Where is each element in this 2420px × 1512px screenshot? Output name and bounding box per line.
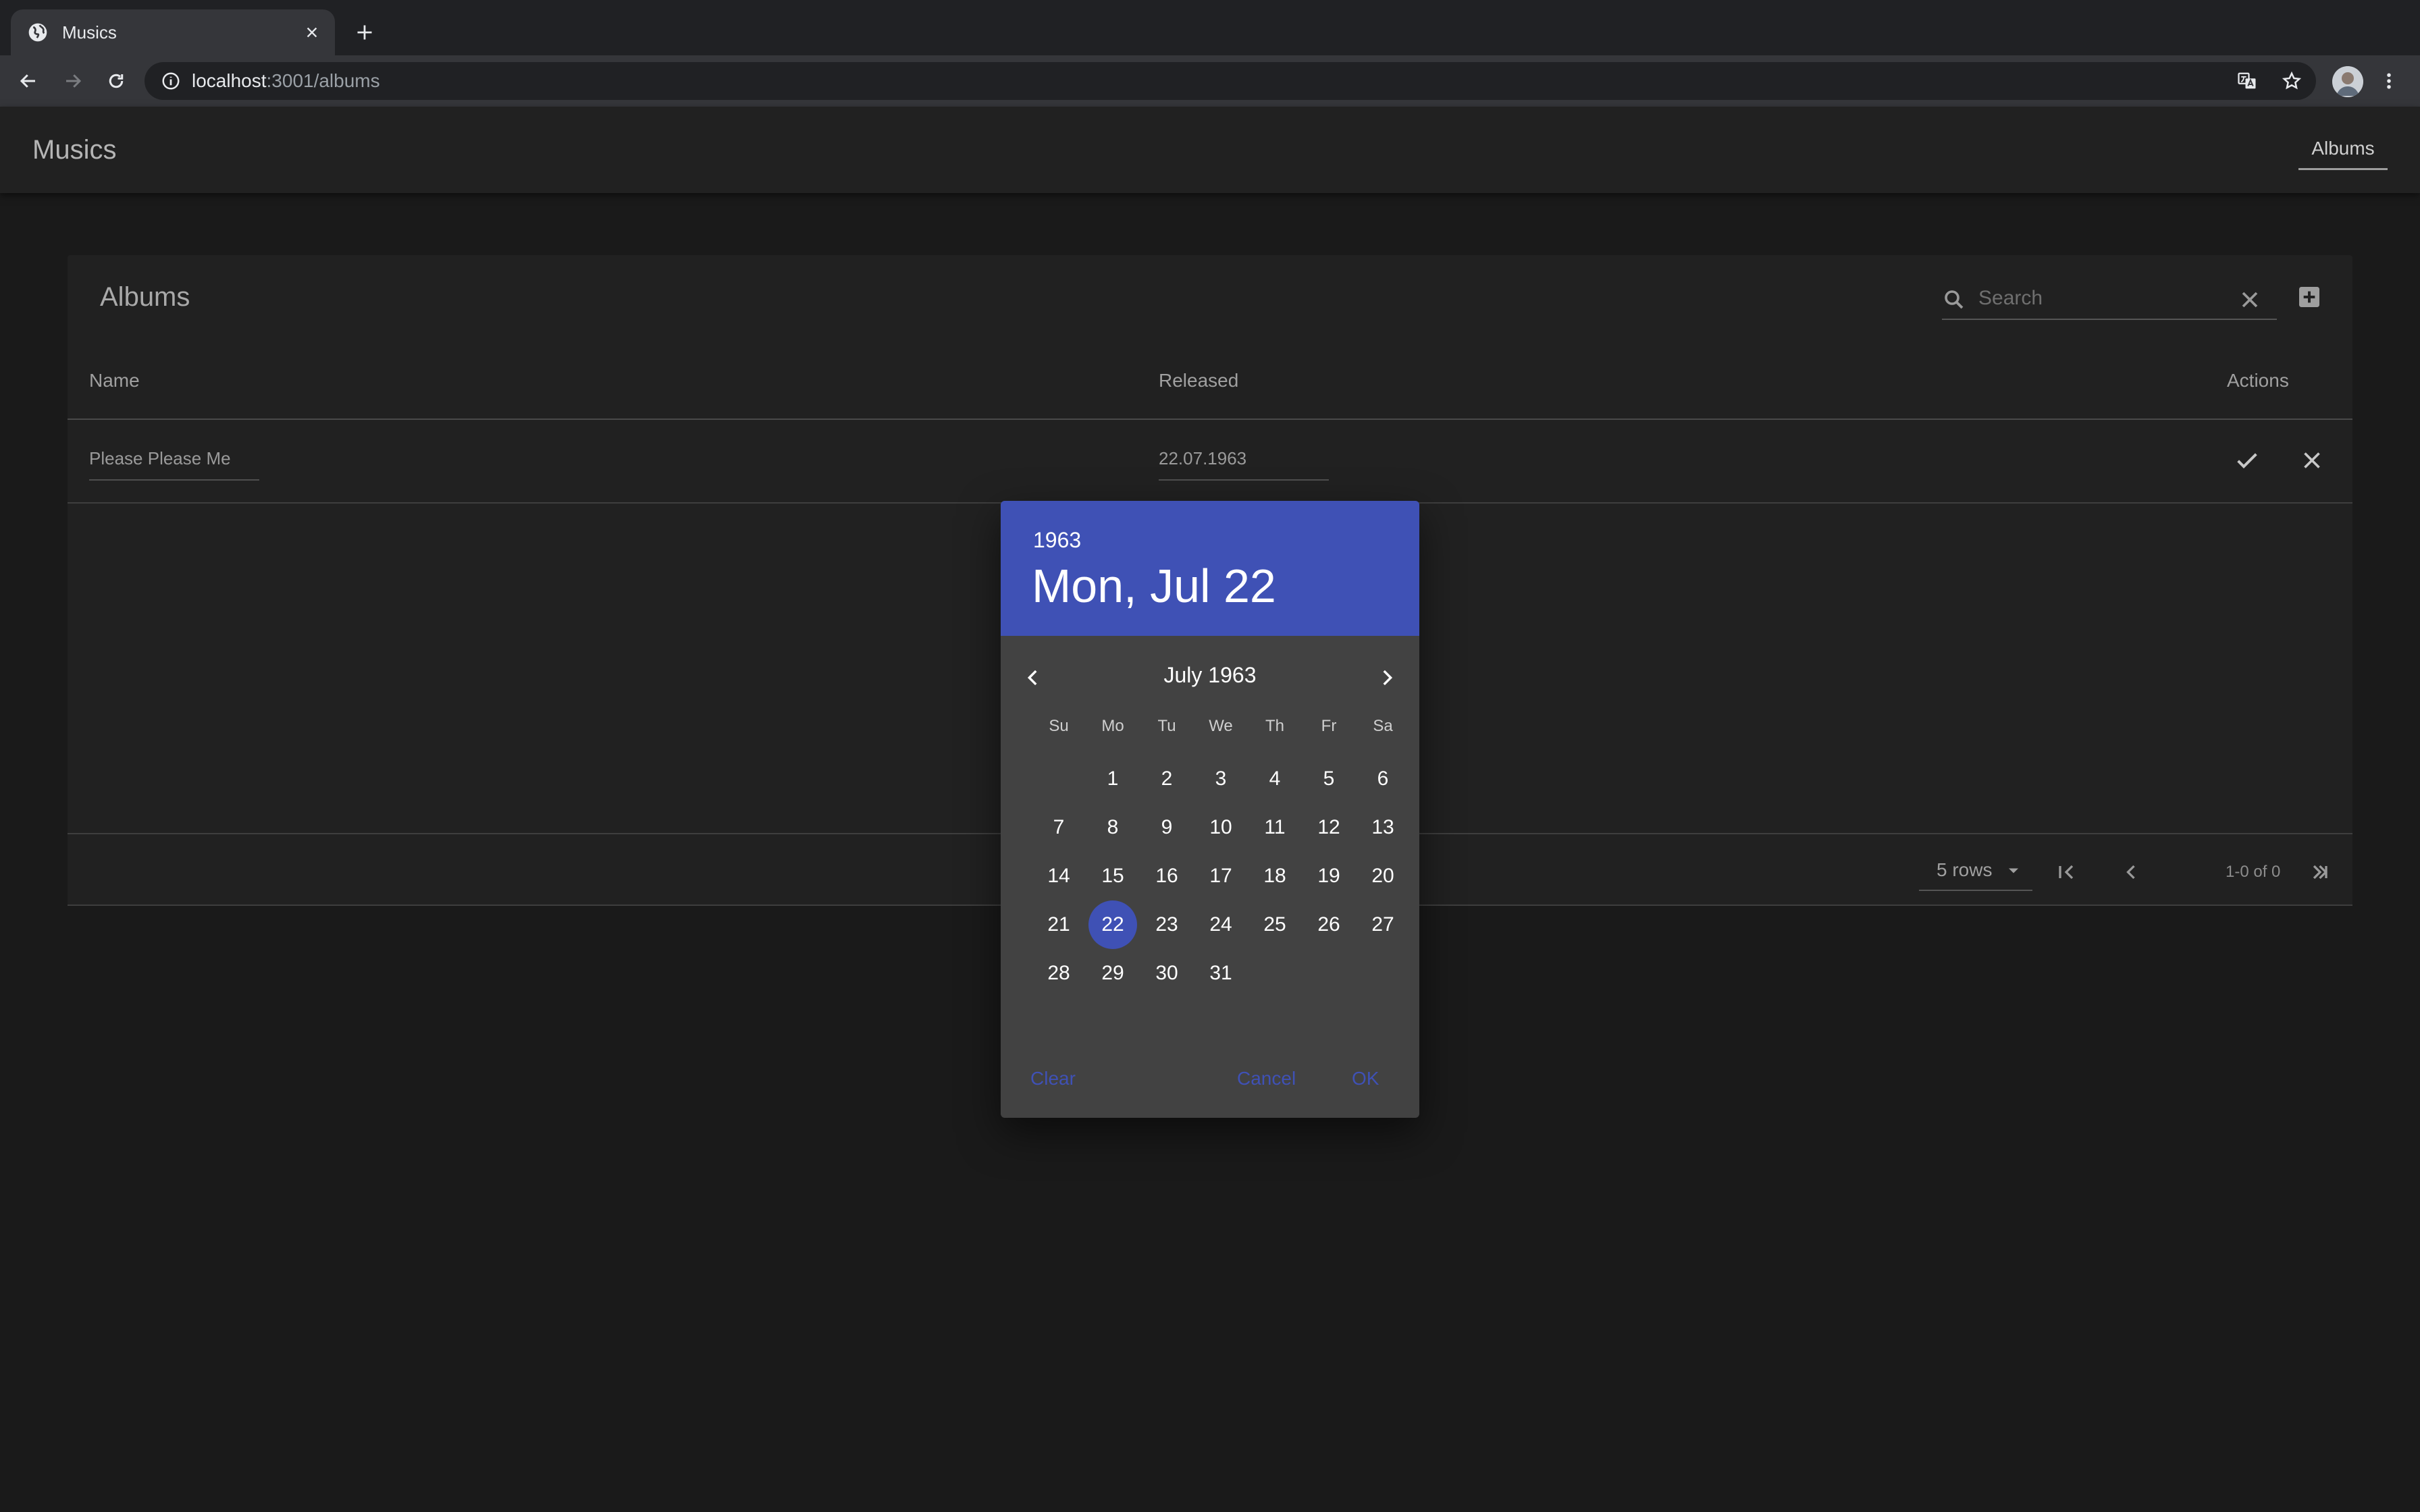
close-icon[interactable]	[2296, 444, 2328, 477]
plus-icon[interactable]	[350, 18, 379, 47]
app-title: Musics	[32, 135, 117, 165]
chevron-down-icon	[2009, 868, 2018, 873]
day-cell[interactable]: 30	[1142, 949, 1191, 998]
day-cell[interactable]: 28	[1034, 949, 1083, 998]
day-cell[interactable]: 18	[1251, 852, 1299, 900]
star-icon[interactable]	[2278, 68, 2305, 94]
day-cell[interactable]: 27	[1359, 900, 1407, 949]
info-icon[interactable]	[161, 71, 181, 91]
url-path: :3001/albums	[266, 70, 380, 91]
day-cell[interactable]: 9	[1142, 803, 1191, 852]
column-header-released[interactable]: Released	[1159, 370, 1238, 392]
browser-toolbar: localhost:3001/albums	[0, 55, 2420, 107]
tab-title: Musics	[62, 22, 117, 43]
previous-month-icon[interactable]	[1013, 657, 1053, 698]
avatar[interactable]	[2332, 66, 2363, 97]
day-cell[interactable]: 29	[1088, 949, 1137, 998]
day-cell[interactable]: 4	[1251, 755, 1299, 803]
day-cell[interactable]: 11	[1251, 803, 1299, 852]
weekday-label: We	[1209, 717, 1233, 735]
translate-icon[interactable]	[2234, 68, 2261, 94]
column-header-actions: Actions	[2227, 370, 2289, 391]
pagination-range: 1-0 of 0	[2226, 863, 2281, 881]
chevron-left-icon[interactable]	[2115, 856, 2147, 888]
day-cell[interactable]: 31	[1196, 949, 1245, 998]
column-header-name[interactable]: Name	[89, 370, 140, 392]
day-selected[interactable]: 22	[1088, 900, 1137, 949]
weekday-label: Mo	[1101, 717, 1124, 735]
back-icon[interactable]	[14, 66, 43, 96]
next-month-icon[interactable]	[1367, 657, 1407, 698]
menu-icon[interactable]	[2375, 68, 2402, 94]
day-cell[interactable]: 25	[1251, 900, 1299, 949]
rows-per-page-value: 5 rows	[1937, 859, 1993, 880]
search-field	[1942, 278, 2277, 320]
day-cell[interactable]: 2	[1142, 755, 1191, 803]
day-cell[interactable]: 5	[1305, 755, 1353, 803]
app-bar: Musics Albums	[0, 107, 2420, 193]
weekday-label: Th	[1265, 717, 1284, 735]
close-icon[interactable]	[298, 19, 325, 46]
clear-button[interactable]: Clear	[1030, 1068, 1076, 1089]
rows-per-page-select[interactable]: 5 rows	[1919, 853, 2032, 891]
first-page-icon[interactable]	[2050, 856, 2082, 888]
header-divider	[68, 418, 2352, 420]
day-cell[interactable]: 14	[1034, 852, 1083, 900]
day-cell[interactable]: 15	[1088, 852, 1137, 900]
browser-tabstrip: Musics	[0, 0, 2420, 55]
add-box-icon[interactable]	[2296, 284, 2323, 310]
address-bar[interactable]: localhost:3001/albums	[144, 62, 2316, 100]
day-cell[interactable]: 3	[1196, 755, 1245, 803]
globe-icon	[28, 23, 47, 42]
day-cell[interactable]: 23	[1142, 900, 1191, 949]
day-cell[interactable]: 20	[1359, 852, 1407, 900]
day-cell[interactable]: 16	[1142, 852, 1191, 900]
search-input[interactable]	[1978, 284, 2221, 313]
picker-selected-date[interactable]: Mon, Jul 22	[1032, 559, 1276, 613]
date-picker-dialog: 1963 Mon, Jul 22 July 1963 Su Mo Tu We Th Fr S…	[1001, 501, 1419, 1118]
day-cell[interactable]: 7	[1034, 803, 1083, 852]
last-page-icon[interactable]	[2304, 856, 2336, 888]
browser-tab[interactable]: Musics	[11, 9, 335, 55]
day-cell[interactable]: 8	[1088, 803, 1137, 852]
forward-icon[interactable]	[58, 66, 88, 96]
day-cell[interactable]: 19	[1305, 852, 1353, 900]
search-icon	[1945, 290, 1964, 309]
day-cell[interactable]: 12	[1305, 803, 1353, 852]
day-cell[interactable]: 21	[1034, 900, 1083, 949]
day-cell[interactable]: 10	[1196, 803, 1245, 852]
clear-icon[interactable]	[2236, 286, 2263, 313]
name-edit-field[interactable]: Please Please Me	[89, 443, 259, 481]
weekday-label: Fr	[1321, 717, 1337, 735]
date-picker-header: 1963 Mon, Jul 22	[1001, 501, 1419, 636]
day-cell[interactable]: 26	[1305, 900, 1353, 949]
reload-icon[interactable]	[101, 66, 131, 96]
day-cell[interactable]: 6	[1359, 755, 1407, 803]
month-label: July 1963	[1163, 663, 1257, 687]
url-text: localhost:3001/albums	[192, 70, 380, 92]
tab-albums[interactable]: Albums	[2298, 131, 2388, 170]
day-cell[interactable]: 1	[1088, 755, 1137, 803]
cancel-button[interactable]: Cancel	[1237, 1068, 1296, 1089]
picker-year[interactable]: 1963	[1033, 528, 1081, 553]
url-host: localhost	[192, 70, 267, 91]
ok-button[interactable]: OK	[1352, 1068, 1379, 1089]
released-edit-field[interactable]: 22.07.1963	[1159, 443, 1329, 481]
check-icon[interactable]	[2231, 444, 2263, 477]
day-cell[interactable]: 24	[1196, 900, 1245, 949]
weekday-label: Sa	[1373, 717, 1393, 735]
day-cell[interactable]: 17	[1196, 852, 1245, 900]
page-title: Albums	[100, 282, 190, 312]
day-cell[interactable]: 13	[1359, 803, 1407, 852]
weekday-label: Tu	[1157, 717, 1176, 735]
weekday-label: Su	[1049, 717, 1069, 735]
